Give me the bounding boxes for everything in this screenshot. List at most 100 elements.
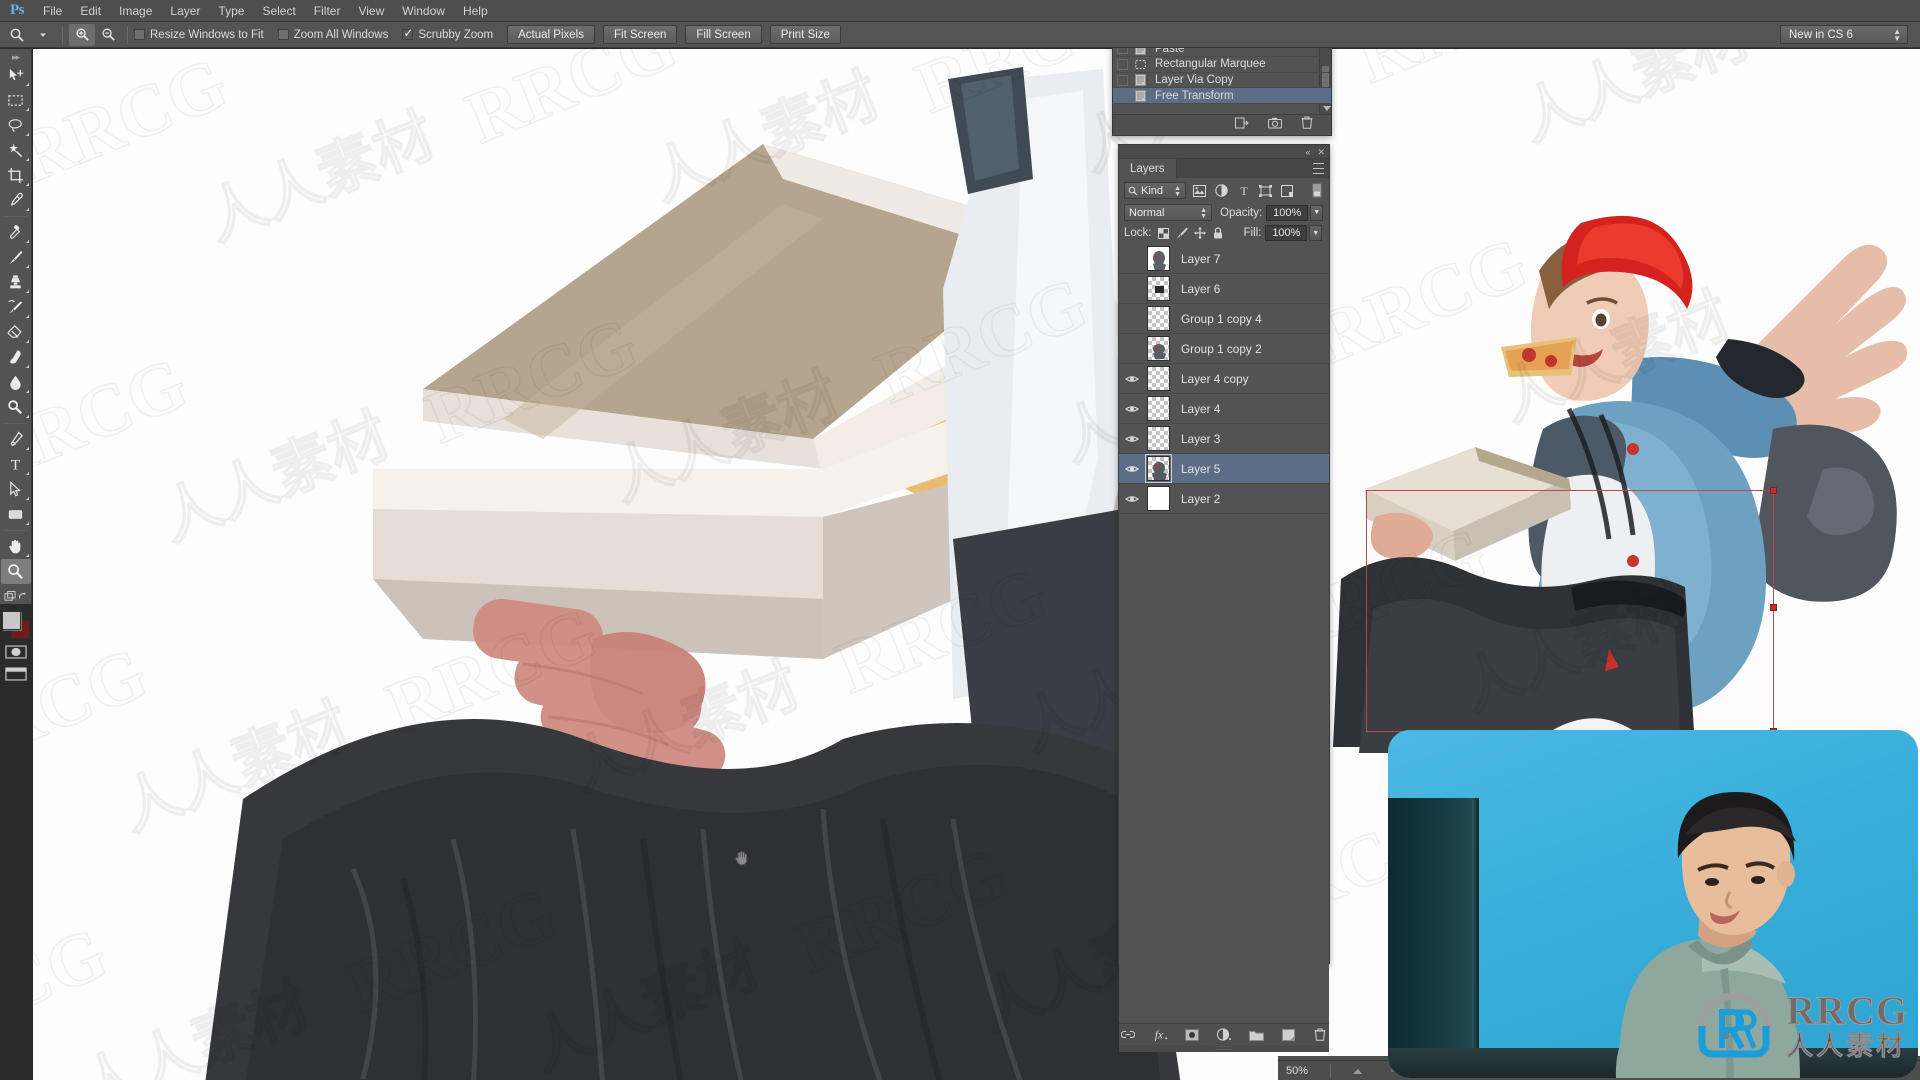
quick-mask-mode-toggle[interactable]	[2, 642, 30, 662]
layer-row-group-1-copy-4[interactable]: Group 1 copy 4	[1119, 304, 1329, 334]
history-item-layer-via-copy[interactable]: Layer Via Copy	[1113, 73, 1331, 89]
blend-mode-select[interactable]: Normal ▲ ▼	[1124, 204, 1212, 221]
fit-screen-button[interactable]: Fit Screen	[602, 25, 678, 44]
zoom-tool[interactable]	[0, 559, 31, 584]
horizontal-type-tool[interactable]: T	[1, 452, 31, 477]
pen-tool[interactable]	[1, 427, 31, 452]
menu-help[interactable]: Help	[454, 0, 497, 22]
pixel-filter-icon[interactable]	[1191, 182, 1208, 199]
menu-window[interactable]: Window	[393, 0, 454, 22]
edit-toolbar-icon[interactable]	[2, 586, 30, 606]
layer-row-layer-3[interactable]: Layer 3	[1119, 424, 1329, 454]
lock-position-icon[interactable]	[1192, 225, 1208, 241]
type-filter-icon[interactable]: T	[1235, 182, 1252, 199]
menu-image[interactable]: Image	[110, 0, 161, 22]
menu-view[interactable]: View	[349, 0, 393, 22]
hand-tool[interactable]	[1, 534, 31, 559]
tool-preset-picker[interactable]	[30, 24, 56, 46]
opacity-input[interactable]: 100%	[1266, 204, 1309, 221]
move-tool[interactable]	[1, 63, 31, 88]
free-transform-marquee[interactable]	[1366, 487, 1777, 735]
toolbar-collapse-icon[interactable]: ▸▸	[0, 51, 31, 63]
layers-panel-resize-grip[interactable]: ::::::	[1119, 1045, 1329, 1052]
lock-transparent-pixels-icon[interactable]	[1156, 225, 1172, 241]
fill-input[interactable]: 100%	[1265, 225, 1308, 241]
layer-name[interactable]: Layer 3	[1174, 432, 1220, 446]
tab-layers[interactable]: Layers	[1119, 159, 1177, 178]
eraser-tool[interactable]	[1, 320, 31, 345]
brush-tool[interactable]	[1, 245, 31, 270]
zoom-all-windows-checkbox-box[interactable]	[277, 29, 289, 40]
resize-windows-checkbox-box[interactable]	[134, 29, 145, 40]
history-snapshot-checkbox[interactable]	[1117, 74, 1128, 86]
path-selection-tool[interactable]	[1, 477, 31, 502]
spot-healing-brush-tool[interactable]	[1, 220, 31, 245]
layer-filter-kind-select[interactable]: Kind ▲ ▼	[1124, 182, 1186, 199]
layer-name[interactable]: Layer 2	[1174, 492, 1220, 506]
history-brush-tool[interactable]	[1, 295, 31, 320]
resize-windows-to-fit-checkbox[interactable]: Resize Windows to Fit	[134, 29, 264, 41]
menu-layer[interactable]: Layer	[161, 0, 209, 22]
clone-stamp-tool[interactable]	[1, 270, 31, 295]
zoom-level-value[interactable]: 50%	[1278, 1065, 1330, 1077]
gradient-tool[interactable]	[1, 345, 31, 370]
layer-row-layer-5[interactable]: Layer 5	[1119, 454, 1329, 484]
menu-filter[interactable]: Filter	[305, 0, 350, 22]
layer-visibility-toggle[interactable]	[1122, 484, 1142, 514]
layer-visibility-toggle[interactable]	[1122, 334, 1142, 364]
layer-visibility-toggle[interactable]	[1122, 454, 1142, 484]
layer-name[interactable]: Group 1 copy 4	[1174, 312, 1262, 326]
layer-name[interactable]: Layer 5	[1174, 462, 1220, 476]
layer-visibility-toggle[interactable]	[1122, 364, 1142, 394]
new-adjustment-layer-icon[interactable]	[1217, 1027, 1232, 1042]
history-snapshot-checkbox[interactable]	[1117, 90, 1128, 102]
layer-row-group-1-copy-2[interactable]: Group 1 copy 2	[1119, 334, 1329, 364]
quick-selection-tool[interactable]	[1, 138, 31, 163]
screen-mode-toggle[interactable]	[2, 664, 30, 684]
layers-panel-titlebar[interactable]: « ✕	[1119, 145, 1329, 159]
adjustment-filter-icon[interactable]	[1213, 182, 1230, 199]
layers-list[interactable]: Layer 7 Layer 6 Group 1 copy 4 Group 1 c…	[1119, 244, 1329, 514]
eyedropper-tool[interactable]	[1, 188, 31, 213]
rectangle-tool[interactable]	[1, 502, 31, 527]
layer-visibility-toggle[interactable]	[1122, 394, 1142, 424]
layer-row-layer-4[interactable]: Layer 4	[1119, 394, 1329, 424]
layer-visibility-toggle[interactable]	[1122, 424, 1142, 454]
menu-type[interactable]: Type	[209, 0, 253, 22]
color-swatches[interactable]	[1, 610, 31, 640]
lasso-tool[interactable]	[1, 113, 31, 138]
history-snapshot-checkbox[interactable]	[1117, 58, 1128, 70]
dodge-tool[interactable]	[1, 395, 31, 420]
layer-name[interactable]: Layer 6	[1174, 282, 1220, 296]
scrubby-zoom-checkbox-box[interactable]	[402, 27, 413, 40]
smart-object-filter-icon[interactable]	[1279, 182, 1296, 199]
layers-panel-menu-icon[interactable]	[1311, 163, 1324, 174]
rectangular-marquee-tool[interactable]	[1, 88, 31, 113]
zoom-in-icon[interactable]	[69, 23, 95, 46]
history-item-free-transform[interactable]: Free Transform	[1113, 88, 1331, 104]
crop-tool[interactable]	[1, 163, 31, 188]
foreground-color-swatch[interactable]	[1, 611, 21, 630]
layers-panel[interactable]: « ✕ Layers Kind ▲ ▼ T Normal ▲ ▼ Opacity…	[1118, 144, 1330, 1052]
lock-image-pixels-icon[interactable]	[1174, 225, 1190, 241]
layer-row-layer-6[interactable]: Layer 6	[1119, 274, 1329, 304]
layer-row-layer-7[interactable]: Layer 7	[1119, 244, 1329, 274]
delete-layer-icon[interactable]	[1313, 1027, 1328, 1042]
layers-collapse-icon[interactable]: «	[1305, 147, 1310, 157]
layer-name[interactable]: Layer 7	[1174, 252, 1220, 266]
shape-filter-icon[interactable]	[1257, 182, 1274, 199]
zoom-all-windows-checkbox[interactable]: Zoom All Windows	[277, 29, 388, 41]
blur-tool[interactable]	[1, 370, 31, 395]
layer-visibility-toggle[interactable]	[1122, 304, 1142, 334]
scrubby-zoom-checkbox[interactable]: Scrubby Zoom	[402, 27, 493, 41]
lock-all-icon[interactable]	[1210, 225, 1226, 241]
opacity-stepper[interactable]: ▼	[1310, 204, 1324, 221]
new-group-icon[interactable]	[1248, 1027, 1264, 1042]
workspace-switcher[interactable]: New in CS 6 ▲ ▼	[1780, 25, 1908, 44]
layer-row-layer-4-copy[interactable]: Layer 4 copy	[1119, 364, 1329, 394]
layer-name[interactable]: Group 1 copy 2	[1174, 342, 1262, 356]
menu-select[interactable]: Select	[253, 0, 304, 22]
layer-visibility-toggle[interactable]	[1122, 274, 1142, 304]
layer-name[interactable]: Layer 4 copy	[1174, 372, 1249, 386]
print-size-button[interactable]: Print Size	[769, 25, 841, 44]
